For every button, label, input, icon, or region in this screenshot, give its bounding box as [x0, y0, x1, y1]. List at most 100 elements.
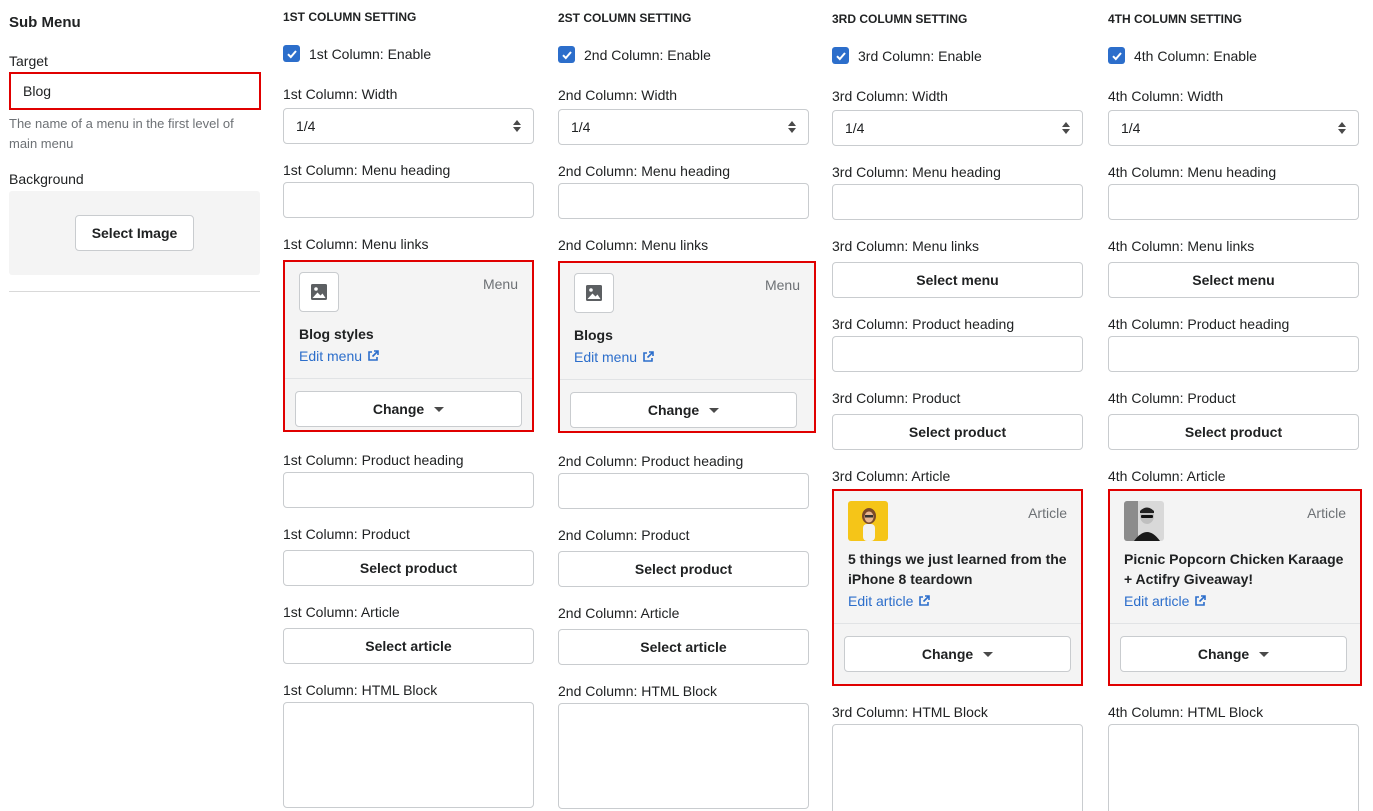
- column-4-menu-links-label: 4th Column: Menu links: [1108, 238, 1255, 254]
- image-placeholder-icon: [574, 273, 614, 313]
- change-label: Change: [1197, 646, 1250, 662]
- column-2-enable-checkbox[interactable]: [558, 46, 575, 63]
- column-2-width-label: 2nd Column: Width: [558, 87, 678, 103]
- background-image-picker: Select Image: [9, 191, 260, 275]
- column-1-html-block-textarea[interactable]: [283, 702, 534, 808]
- column-1-select-product-button[interactable]: Select product: [283, 550, 534, 586]
- change-menu-button[interactable]: Change: [295, 391, 522, 427]
- column-4-width-label: 4th Column: Width: [1108, 88, 1224, 104]
- column-2-product-label: 2nd Column: Product: [558, 527, 690, 543]
- column-1-select-article-button[interactable]: Select article: [283, 628, 534, 664]
- column-1-html-block-label: 1st Column: HTML Block: [283, 682, 438, 698]
- column-1-enable-checkbox[interactable]: [283, 45, 300, 62]
- edit-article-link-text: Edit article: [1124, 593, 1190, 609]
- column-4-menu-heading-input[interactable]: [1108, 184, 1359, 220]
- edit-menu-link-text: Edit menu: [299, 348, 363, 364]
- menu-title: Blog styles: [299, 326, 374, 342]
- column-1-menu-links-label: 1st Column: Menu links: [283, 236, 429, 252]
- column-2-product-heading-label: 2nd Column: Product heading: [558, 453, 744, 469]
- column-3-width-label: 3rd Column: Width: [832, 88, 948, 104]
- column-2-enable-row: 2nd Column: Enable: [558, 46, 711, 63]
- column-1-menu-card: Menu Blog styles Edit menu Change: [283, 260, 534, 432]
- column-3-menu-heading-input[interactable]: [832, 184, 1083, 220]
- external-link-icon: [1195, 595, 1207, 606]
- caret-down-icon: [434, 406, 445, 412]
- column-3-html-block-textarea[interactable]: [832, 724, 1083, 811]
- column-3-product-heading-label: 3rd Column: Product heading: [832, 316, 1015, 332]
- column-3-select-menu-button[interactable]: Select menu: [832, 262, 1083, 298]
- column-2-width-value: 1/4: [571, 119, 591, 135]
- change-label: Change: [921, 646, 974, 662]
- column-2-width-select[interactable]: 1/4: [558, 109, 809, 145]
- column-3-width-value: 1/4: [845, 120, 865, 136]
- target-input[interactable]: Blog: [9, 72, 261, 110]
- column-3-product-label: 3rd Column: Product: [832, 390, 961, 406]
- sub-menu-title: Sub Menu: [9, 14, 81, 31]
- column-1-menu-heading-input[interactable]: [283, 182, 534, 218]
- column-1-product-heading-input[interactable]: [283, 472, 534, 508]
- edit-menu-link[interactable]: Edit menu: [299, 348, 518, 364]
- column-1-heading: 1ST COLUMN SETTING: [283, 10, 417, 24]
- column-3-width-select[interactable]: 1/4: [832, 110, 1083, 146]
- column-2-html-block-label: 2nd Column: HTML Block: [558, 683, 717, 699]
- column-2-html-block-textarea[interactable]: [558, 703, 809, 809]
- column-3-select-product-button[interactable]: Select product: [832, 414, 1083, 450]
- select-image-button[interactable]: Select Image: [74, 215, 195, 251]
- check-icon: [835, 51, 846, 60]
- column-2-select-product-button[interactable]: Select product: [558, 551, 809, 587]
- column-1-width-select[interactable]: 1/4: [283, 108, 534, 144]
- column-4-width-value: 1/4: [1121, 120, 1141, 136]
- check-icon: [286, 49, 297, 58]
- change-article-button[interactable]: Change: [1120, 636, 1347, 672]
- edit-article-link[interactable]: Edit article: [848, 593, 1067, 609]
- column-4-html-block-textarea[interactable]: [1108, 724, 1359, 811]
- column-4-select-product-button[interactable]: Select product: [1108, 414, 1359, 450]
- card-type-label: Article: [1307, 505, 1346, 521]
- change-article-button[interactable]: Change: [844, 636, 1071, 672]
- column-2-menu-heading-input[interactable]: [558, 183, 809, 219]
- column-2-select-article-button[interactable]: Select article: [558, 629, 809, 665]
- check-icon: [1111, 51, 1122, 60]
- column-4-select-menu-button[interactable]: Select menu: [1108, 262, 1359, 298]
- edit-article-link-text: Edit article: [848, 593, 914, 609]
- column-3-article-card: Article 5 things we just learned from th…: [832, 489, 1083, 686]
- change-menu-button[interactable]: Change: [570, 392, 797, 428]
- column-3-menu-links-label: 3rd Column: Menu links: [832, 238, 980, 254]
- column-4-enable-row: 4th Column: Enable: [1108, 47, 1257, 64]
- external-link-icon: [368, 350, 379, 361]
- column-3-html-block-label: 3rd Column: HTML Block: [832, 704, 988, 720]
- select-arrows-icon: [1338, 122, 1346, 134]
- column-2-menu-heading-label: 2nd Column: Menu heading: [558, 163, 731, 179]
- column-3-product-heading-input[interactable]: [832, 336, 1083, 372]
- column-1-article-label: 1st Column: Article: [283, 604, 400, 620]
- edit-menu-link-text: Edit menu: [574, 349, 638, 365]
- card-type-label: Article: [1028, 505, 1067, 521]
- column-1-menu-heading-label: 1st Column: Menu heading: [283, 162, 451, 178]
- image-placeholder-icon: [299, 272, 339, 312]
- card-type-label: Menu: [764, 277, 800, 293]
- change-label: Change: [372, 401, 425, 417]
- column-4-width-select[interactable]: 1/4: [1108, 110, 1359, 146]
- column-2-heading: 2ST COLUMN SETTING: [558, 11, 692, 25]
- target-value: Blog: [23, 83, 52, 99]
- menu-title: Blogs: [574, 327, 613, 343]
- check-icon: [561, 50, 572, 59]
- column-4-article-label: 4th Column: Article: [1108, 468, 1226, 484]
- column-3-menu-heading-label: 3rd Column: Menu heading: [832, 164, 1001, 180]
- column-2-enable-label: 2nd Column: Enable: [584, 46, 711, 63]
- target-help-text: The name of a menu in the first level of…: [9, 116, 234, 151]
- sidebar-divider: [9, 291, 260, 292]
- column-4-enable-checkbox[interactable]: [1108, 47, 1125, 64]
- caret-down-icon: [709, 407, 720, 413]
- column-2-article-label: 2nd Column: Article: [558, 605, 680, 621]
- column-4-product-heading-input[interactable]: [1108, 336, 1359, 372]
- column-1-width-label: 1st Column: Width: [283, 86, 398, 102]
- caret-down-icon: [983, 651, 994, 657]
- edit-article-link[interactable]: Edit article: [1124, 593, 1346, 609]
- column-1-width-value: 1/4: [296, 118, 316, 134]
- external-link-icon: [919, 595, 931, 606]
- column-3-enable-label: 3rd Column: Enable: [858, 47, 982, 64]
- column-2-product-heading-input[interactable]: [558, 473, 809, 509]
- column-3-enable-checkbox[interactable]: [832, 47, 849, 64]
- edit-menu-link[interactable]: Edit menu: [574, 349, 800, 365]
